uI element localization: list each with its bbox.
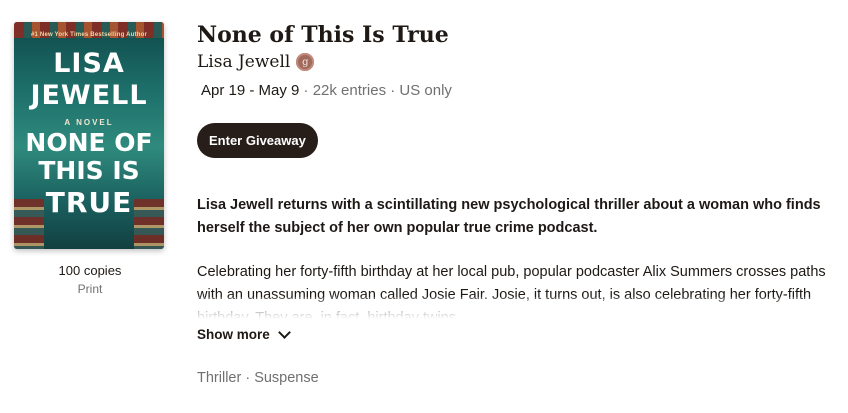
show-more-button[interactable]: Show more	[197, 326, 837, 342]
cover-title-line2: THIS IS	[38, 156, 140, 185]
cover-author-first: LISA	[53, 48, 125, 79]
genres[interactable]: Thriller · Suspense	[197, 370, 837, 386]
cover-author-last: JEWELL	[30, 80, 148, 111]
copies-count: 100 copies	[58, 263, 122, 278]
book-cover-column: #1 New York Times Bestselling Author LIS…	[14, 22, 166, 296]
description-lead: Lisa Jewell returns with a scintillating…	[197, 197, 821, 236]
show-more-label: Show more	[197, 327, 270, 342]
author-row: Lisa Jewell g	[197, 52, 837, 72]
goodreads-author-badge-icon: g	[296, 53, 315, 71]
cover-novel-label: A NOVEL	[64, 118, 114, 127]
giveaway-dates: Apr 19 - May 9	[201, 82, 300, 99]
giveaway-meta: Apr 19 - May 9 · 22k entries · US only	[201, 82, 837, 99]
cover-title-line1: NONE OF	[25, 128, 153, 157]
cover-houses-left	[14, 199, 44, 249]
cover-bestseller-text: #1 New York Times Bestselling Author	[30, 32, 147, 38]
chevron-down-icon	[277, 326, 291, 339]
book-cover-image[interactable]: #1 New York Times Bestselling Author LIS…	[14, 22, 164, 249]
book-format: Print	[77, 282, 103, 296]
enter-giveaway-button[interactable]: Enter Giveaway	[197, 123, 318, 158]
giveaway-entries-region: · 22k entries · US only	[299, 82, 452, 99]
author-name[interactable]: Lisa Jewell	[197, 52, 290, 72]
giveaway-details: None of This Is True Lisa Jewell g Apr 1…	[197, 20, 847, 386]
description-container: Celebrating her forty-fifth birthday at …	[197, 261, 847, 319]
cover-houses-right	[134, 199, 164, 249]
description-text: Celebrating her forty-fifth birthday at …	[197, 264, 826, 319]
book-title[interactable]: None of This Is True	[197, 20, 837, 50]
